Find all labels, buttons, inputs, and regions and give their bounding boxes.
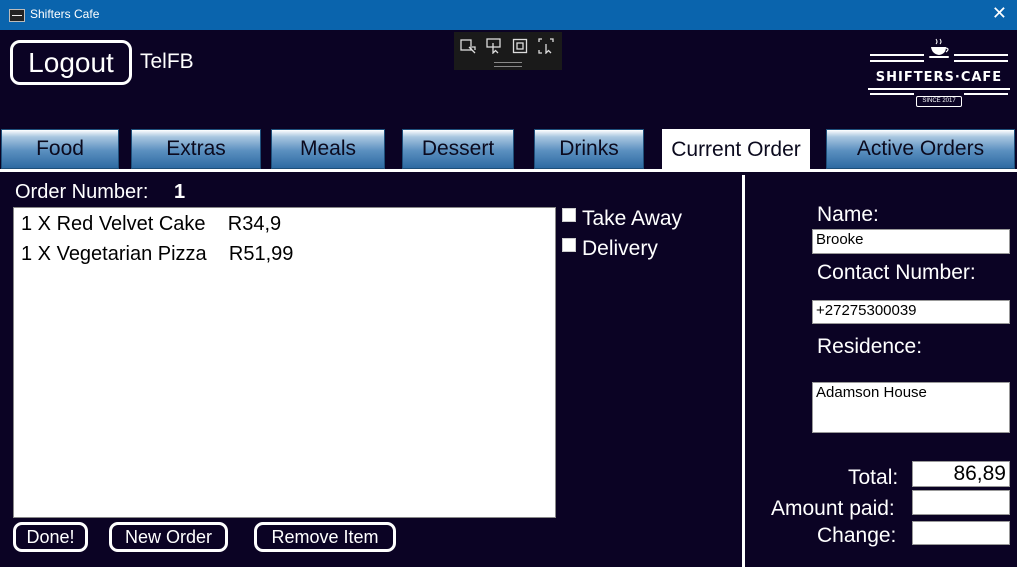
delivery-checkbox[interactable] [562, 238, 576, 252]
tab-underline [0, 169, 1017, 172]
screen-select-icon[interactable] [537, 38, 555, 55]
frame-icon[interactable] [511, 38, 529, 54]
delivery-label: Delivery [582, 237, 658, 260]
tab-current-order[interactable]: Current Order [662, 129, 810, 171]
order-number-label: Order Number: [15, 181, 149, 203]
residence-label: Residence: [817, 335, 923, 358]
total-field: 86,89 [912, 461, 1010, 487]
total-label: Total: [848, 466, 899, 489]
residence-field[interactable]: Adamson House [812, 382, 1010, 433]
take-away-label: Take Away [582, 207, 683, 230]
name-label: Name: [817, 203, 879, 226]
window-title: Shifters Cafe [30, 7, 100, 21]
contact-number-field[interactable]: +27275300039 [812, 300, 1010, 324]
tab-dessert[interactable]: Dessert [402, 129, 514, 169]
pointer-icon[interactable] [485, 38, 503, 55]
add-selection-icon[interactable] [459, 38, 477, 54]
new-order-button[interactable]: New Order [109, 522, 228, 552]
logo-wordmark: SHIFTERS·CAFE [875, 70, 1003, 85]
list-item[interactable]: 1 X Red Velvet Cake R34,9 [21, 213, 281, 236]
category-tabs: Food Extras Meals Dessert Drinks Current… [0, 129, 1017, 172]
shifters-cafe-logo: SHIFTERS·CAFE SINCE 2017 [868, 38, 1010, 110]
logo-since-badge: SINCE 2017 [916, 96, 962, 107]
remove-item-button[interactable]: Remove Item [254, 522, 396, 552]
app-icon [9, 9, 25, 22]
change-label: Change: [817, 524, 897, 547]
close-icon[interactable]: ✕ [992, 3, 1007, 24]
logout-button[interactable]: Logout [10, 40, 132, 85]
tab-drinks[interactable]: Drinks [534, 129, 644, 169]
change-field [912, 521, 1010, 545]
order-number-value: 1 [174, 181, 186, 203]
take-away-checkbox[interactable] [562, 208, 576, 222]
coffee-cup-icon [929, 38, 949, 58]
toolbar-grip[interactable] [494, 62, 522, 67]
tab-meals[interactable]: Meals [271, 129, 385, 169]
tab-food[interactable]: Food [1, 129, 119, 169]
order-items-list[interactable]: 1 X Red Velvet Cake R34,9 1 X Vegetarian… [13, 207, 556, 518]
panel-divider [742, 175, 745, 567]
tab-active-orders[interactable]: Active Orders [826, 129, 1015, 169]
list-item[interactable]: 1 X Vegetarian Pizza R51,99 [21, 243, 293, 266]
tab-extras[interactable]: Extras [131, 129, 261, 169]
amount-paid-label: Amount paid: [771, 497, 895, 520]
done-button[interactable]: Done! [13, 522, 88, 552]
amount-paid-field[interactable] [912, 490, 1010, 515]
username-label: TelFB [140, 50, 194, 73]
name-field[interactable]: Brooke [812, 229, 1010, 254]
floating-toolbar [454, 32, 562, 70]
contact-number-label: Contact Number: [817, 261, 976, 284]
title-bar: Shifters Cafe ✕ [0, 0, 1017, 30]
